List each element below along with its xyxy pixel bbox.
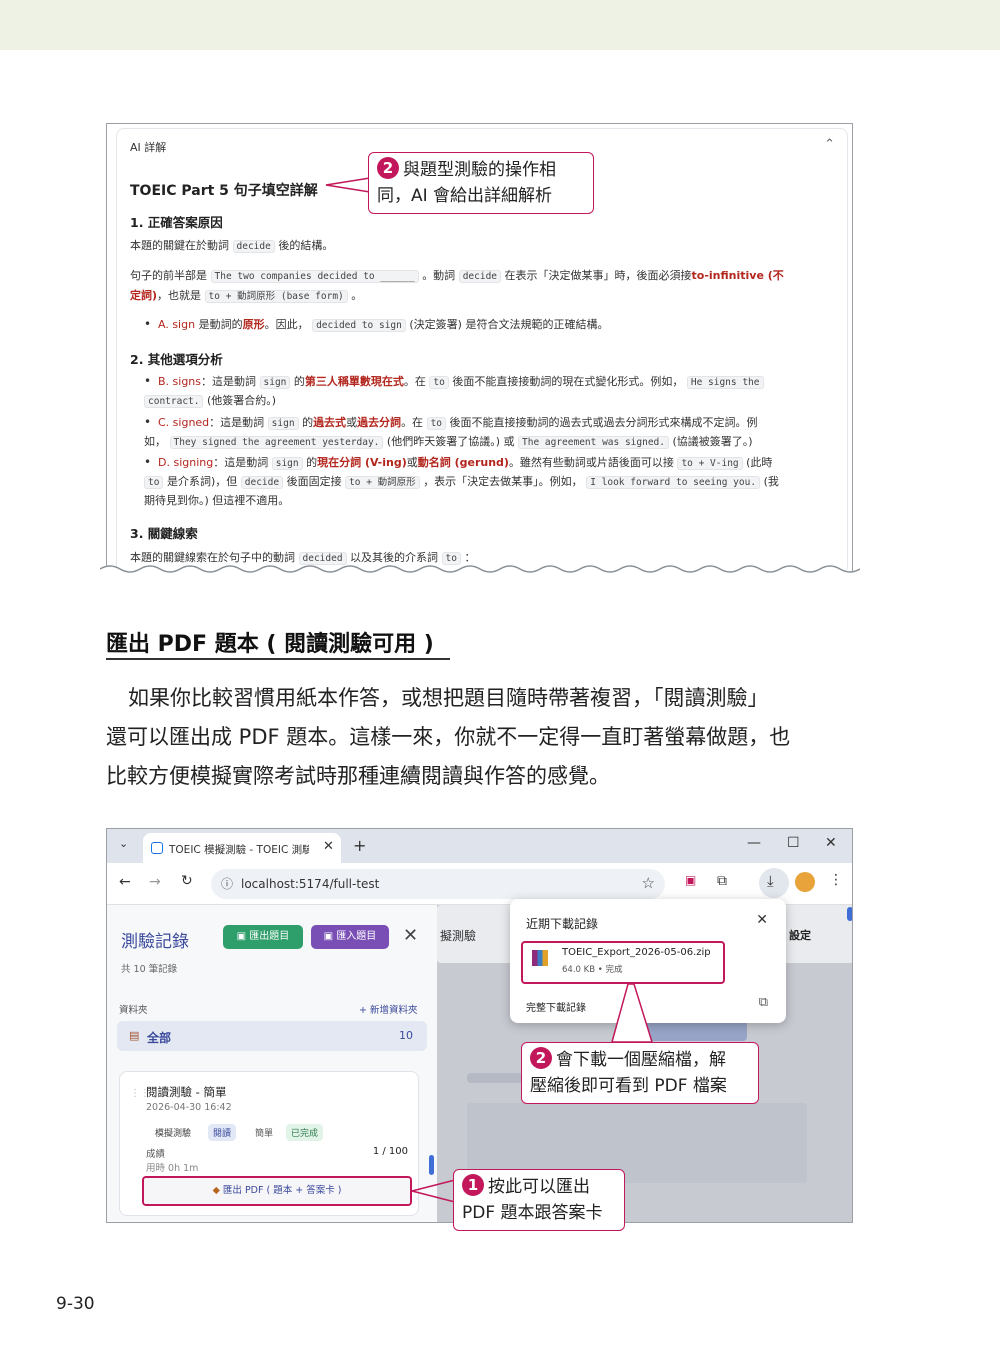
text-line: 句子的前半部是 The two companies decided to ___… bbox=[130, 269, 784, 283]
scrollbar[interactable] bbox=[847, 907, 852, 921]
list-item: • A. sign 是動詞的原形。因此， decided to sign (決定… bbox=[144, 317, 609, 332]
text-line: 期待見到你。) 但這裡不適用。 bbox=[144, 494, 290, 507]
tab-title: TOEIC 模擬測驗 - TOEIC 測驗 bbox=[169, 844, 309, 856]
puzzle-icon[interactable]: ⧉ bbox=[717, 873, 727, 889]
callout-ai-detail: 2 與題型測驗的操作相 同，AI 會給出詳細解析 bbox=[368, 152, 594, 214]
record-date: 2026-04-30 16:42 bbox=[146, 1102, 232, 1113]
settings-label[interactable]: 設定 bbox=[789, 927, 811, 943]
url-text[interactable]: localhost:5174/full-test bbox=[241, 877, 379, 891]
tag-mock: 模擬測驗 bbox=[155, 1129, 192, 1139]
omnibox[interactable]: ⓘ localhost:5174/full-test ☆ bbox=[211, 869, 665, 899]
main-tab-label[interactable]: 擬測驗 bbox=[440, 927, 476, 944]
text-line: 如， They signed the agreement yesterday. … bbox=[144, 435, 753, 449]
torn-edge-decoration bbox=[100, 565, 860, 585]
folder-label: 資料夾 bbox=[119, 1005, 148, 1016]
body-paragraph-line: 比較方便模擬實際考試時那種連續閱讀與作答的感覺。 bbox=[106, 764, 610, 788]
tag-reading: 閱讀 bbox=[208, 1124, 237, 1141]
list-item: • D. signing：這是動詞 sign 的現在分詞 (V-ing)或動名詞… bbox=[144, 455, 773, 470]
score-label: 成績 bbox=[146, 1149, 166, 1160]
list-item: • C. signed：這是動詞 sign 的過去式或過去分詞。在 to 後面不… bbox=[144, 415, 758, 430]
status-badge: 已完成 bbox=[286, 1124, 324, 1141]
folder-all[interactable]: ▤ 全部 10 bbox=[117, 1021, 427, 1051]
highlight-download-item bbox=[521, 941, 725, 984]
new-folder-link[interactable]: + 新增資料夾 bbox=[359, 1002, 417, 1016]
extension-icon[interactable]: ▣ bbox=[685, 873, 696, 887]
back-icon[interactable]: ← bbox=[119, 874, 131, 890]
new-tab-icon[interactable]: + bbox=[353, 836, 366, 855]
clipboard-icon: ▤ bbox=[129, 1029, 140, 1042]
tag-easy: 簡單 bbox=[255, 1129, 274, 1139]
minimize-icon[interactable]: — bbox=[747, 835, 761, 851]
top-band bbox=[0, 0, 1000, 50]
site-info-icon[interactable]: ⓘ bbox=[221, 875, 233, 892]
folder-all-label: 全部 bbox=[147, 1031, 172, 1045]
scrollbar[interactable] bbox=[429, 1155, 434, 1175]
reload-icon[interactable]: ↻ bbox=[181, 873, 193, 889]
browser-tab[interactable]: TOEIC 模擬測驗 - TOEIC 測驗 ✕ bbox=[143, 833, 341, 863]
callout-download: 2 會下載一個壓縮檔，解 壓縮後即可看到 PDF 檔案 bbox=[521, 1042, 759, 1104]
star-icon[interactable]: ☆ bbox=[642, 874, 655, 892]
step-number-badge: 1 bbox=[462, 1174, 484, 1196]
downloads-title: 近期下載記錄 bbox=[526, 917, 599, 931]
export-questions-button[interactable]: ▣ 匯出題目 bbox=[223, 925, 303, 949]
text-line: 本題的關鍵在於動詞 decide 後的結構。 bbox=[130, 239, 334, 253]
list-item: • B. signs：這是動詞 sign 的第三人稱單數現在式。在 to 後面不… bbox=[144, 372, 764, 392]
record-count: 共 10 筆記錄 bbox=[121, 964, 178, 975]
close-window-icon[interactable]: ✕ bbox=[825, 835, 837, 851]
score-value: 1 / 100 bbox=[372, 1146, 408, 1157]
step-number-badge: 2 bbox=[377, 157, 399, 179]
step-number-badge: 2 bbox=[530, 1047, 552, 1069]
tab-bar: ⌄ TOEIC 模擬測驗 - TOEIC 測驗 ✕ + — ☐ ✕ bbox=[107, 829, 852, 863]
avatar[interactable] bbox=[795, 872, 815, 892]
ai-detail-header: AI 詳解 bbox=[130, 141, 167, 154]
close-icon[interactable]: ✕ bbox=[323, 839, 334, 854]
body-paragraph-line: 還可以匯出成 PDF 題本。這樣一來，你就不一定得一直盯著螢幕做題，也 bbox=[106, 725, 791, 749]
text-line: 定詞)，也就是 to + 動詞原形 (base form) 。 bbox=[130, 289, 363, 303]
callout-export-pdf: 1 按此可以匯出 PDF 題本跟答案卡 bbox=[453, 1169, 625, 1231]
folder-all-count: 10 bbox=[399, 1029, 413, 1042]
section-title-underline bbox=[106, 658, 450, 660]
time-label: 用時 0h 1m bbox=[146, 1163, 199, 1174]
section-title: 匯出 PDF 題本 ( 閱讀測驗可用 ) bbox=[106, 632, 434, 657]
panel-title: 測驗記錄 bbox=[121, 932, 189, 952]
close-icon[interactable]: ✕ bbox=[403, 925, 418, 946]
section-heading-3: 3. 關鍵線索 bbox=[130, 526, 198, 541]
section-heading-2: 2. 其他選項分析 bbox=[130, 352, 223, 367]
record-title: 閱讀測驗 - 簡單 bbox=[146, 1085, 227, 1099]
favicon-icon bbox=[151, 842, 163, 854]
tab-search-icon[interactable]: ⌄ bbox=[119, 837, 128, 850]
download-button[interactable]: ⤓ bbox=[759, 868, 789, 898]
page-number: 9-30 bbox=[56, 1294, 95, 1314]
ai-detail-title: TOEIC Part 5 句子填空詳解 bbox=[130, 183, 318, 199]
section-heading-1: 1. 正確答案原因 bbox=[130, 215, 223, 230]
browser-screenshot: ⌄ TOEIC 模擬測驗 - TOEIC 測驗 ✕ + — ☐ ✕ ← → ↻ … bbox=[106, 828, 853, 1223]
text-line: contract. (他簽署合約。) bbox=[144, 391, 276, 411]
menu-icon[interactable]: ⋮ bbox=[829, 872, 843, 888]
forward-icon[interactable]: → bbox=[149, 874, 161, 890]
open-external-icon[interactable]: ⧉ bbox=[759, 995, 768, 1010]
maximize-icon[interactable]: ☐ bbox=[787, 835, 800, 851]
body-paragraph-line: 如果你比較習慣用紙本作答，或想把題目隨時帶著複習，「閱讀測驗」 bbox=[128, 686, 769, 710]
chevron-up-icon[interactable]: ⌃ bbox=[824, 137, 835, 152]
close-icon[interactable]: ✕ bbox=[756, 912, 768, 928]
all-downloads-link[interactable]: 完整下載記錄 bbox=[526, 999, 586, 1014]
highlight-export-pdf bbox=[142, 1176, 412, 1206]
import-questions-button[interactable]: ▣ 匯入題目 bbox=[311, 925, 389, 949]
text-line: to 是介系詞)，但 decide 後面固定接 to + 動詞原形 ，表示「決定… bbox=[144, 472, 779, 492]
download-icon: ⤓ bbox=[767, 872, 774, 890]
